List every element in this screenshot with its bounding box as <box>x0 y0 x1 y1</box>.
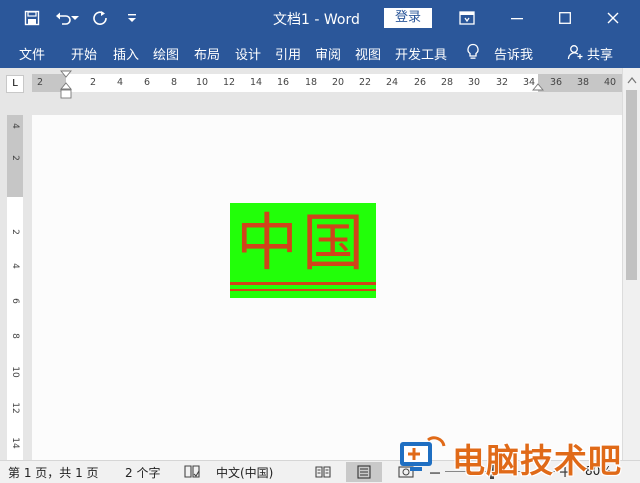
ruler-tick: 2 <box>89 77 97 88</box>
ruler-tick: 2 <box>10 229 20 235</box>
right-indent-marker-icon[interactable] <box>532 82 544 94</box>
ruler-tick: 6 <box>10 298 20 304</box>
tell-me-label[interactable]: 告诉我 <box>494 44 533 63</box>
tab-home[interactable]: 开始 <box>71 44 97 63</box>
ruler-tick: 18 <box>304 77 318 88</box>
ruler-tick: 4 <box>116 77 124 88</box>
ruler-tick: 10 <box>195 77 209 88</box>
ribbon-display-icon[interactable] <box>455 6 479 30</box>
vertical-scrollbar[interactable] <box>622 68 640 460</box>
document-name: 文档1 <box>273 12 310 28</box>
tab-selector[interactable]: L <box>6 75 24 93</box>
indent-marker-icon[interactable] <box>60 68 72 102</box>
ruler-tick: 26 <box>413 77 427 88</box>
ruler-tick: 2 <box>36 77 44 88</box>
proofing-icon[interactable] <box>180 462 204 482</box>
tab-references[interactable]: 引用 <box>275 44 301 63</box>
vertical-ruler[interactable]: 4 2 2 4 6 8 10 12 14 <box>7 115 23 460</box>
ruler-tick: 14 <box>10 437 20 449</box>
ruler-tick: 20 <box>331 77 345 88</box>
tab-view[interactable]: 视图 <box>355 44 381 63</box>
login-button[interactable]: 登录 <box>384 8 432 28</box>
print-layout-icon[interactable] <box>346 462 382 482</box>
undo-dropdown-icon[interactable] <box>70 8 80 28</box>
scroll-up-icon[interactable] <box>627 73 637 84</box>
read-mode-icon[interactable] <box>311 462 335 482</box>
maximize-icon[interactable] <box>553 6 577 30</box>
image-underline <box>230 282 376 285</box>
title-bar: 文档1 - Word 登录 <box>0 0 640 36</box>
ruler-tick: 12 <box>222 77 236 88</box>
ruler-tick: 38 <box>576 77 590 88</box>
word-count[interactable]: 2 个字 <box>125 464 160 481</box>
ruler-tick: 32 <box>495 77 509 88</box>
ruler-tick: 12 <box>10 402 20 414</box>
ruler-tick: 10 <box>10 366 20 378</box>
customize-qat-icon[interactable] <box>122 8 142 28</box>
redo-icon[interactable] <box>90 8 110 28</box>
watermark-text: 电脑技术吧 <box>452 441 622 480</box>
ruler-area: L 2 2 4 6 8 10 12 14 16 18 20 22 24 26 2… <box>0 68 640 100</box>
ruler-tick: 24 <box>385 77 399 88</box>
title-separator: - <box>309 12 324 28</box>
ruler-tick: 28 <box>440 77 454 88</box>
scrollbar-thumb[interactable] <box>626 90 637 280</box>
ruler-tick: 40 <box>603 77 617 88</box>
inserted-image[interactable]: 中国 <box>230 203 376 298</box>
image-text: 中国 <box>236 206 369 279</box>
document-title: 文档1 - Word <box>273 9 360 29</box>
ruler-tick: 22 <box>358 77 372 88</box>
page-info[interactable]: 第 1 页，共 1 页 <box>8 464 99 481</box>
ruler-tick: 2 <box>10 155 20 161</box>
ruler-tick: 8 <box>10 333 20 339</box>
tab-insert[interactable]: 插入 <box>113 44 139 63</box>
ruler-tick: 4 <box>10 123 20 129</box>
minimize-icon[interactable] <box>505 6 529 30</box>
ruler-tick: 4 <box>10 263 20 269</box>
ruler-tick: 8 <box>170 77 178 88</box>
watermark: 电脑技术吧 <box>398 432 638 480</box>
share-person-icon[interactable] <box>567 44 583 60</box>
watermark-logo-icon <box>398 436 450 476</box>
lightbulb-icon[interactable] <box>466 43 480 61</box>
ruler-tick: 30 <box>467 77 481 88</box>
ruler-tick: 14 <box>249 77 263 88</box>
close-icon[interactable] <box>601 6 625 30</box>
image-underline <box>230 289 376 291</box>
tab-developer[interactable]: 开发工具 <box>395 44 447 63</box>
ruler-tick: 16 <box>276 77 290 88</box>
ruler-tick: 6 <box>143 77 151 88</box>
tab-draw[interactable]: 绘图 <box>153 44 179 63</box>
app-name: Word <box>323 12 360 28</box>
tab-file[interactable]: 文件 <box>19 44 45 63</box>
ribbon-tabs: 文件 开始 插入 绘图 布局 设计 引用 审阅 视图 开发工具 告诉我 共享 <box>0 36 640 68</box>
share-label[interactable]: 共享 <box>587 44 613 63</box>
tab-layout[interactable]: 布局 <box>194 44 220 63</box>
tab-review[interactable]: 审阅 <box>315 44 341 63</box>
tab-design[interactable]: 设计 <box>235 44 261 63</box>
save-icon[interactable] <box>22 8 42 28</box>
language-indicator[interactable]: 中文(中国) <box>216 464 273 481</box>
ruler-tick: 36 <box>549 77 563 88</box>
